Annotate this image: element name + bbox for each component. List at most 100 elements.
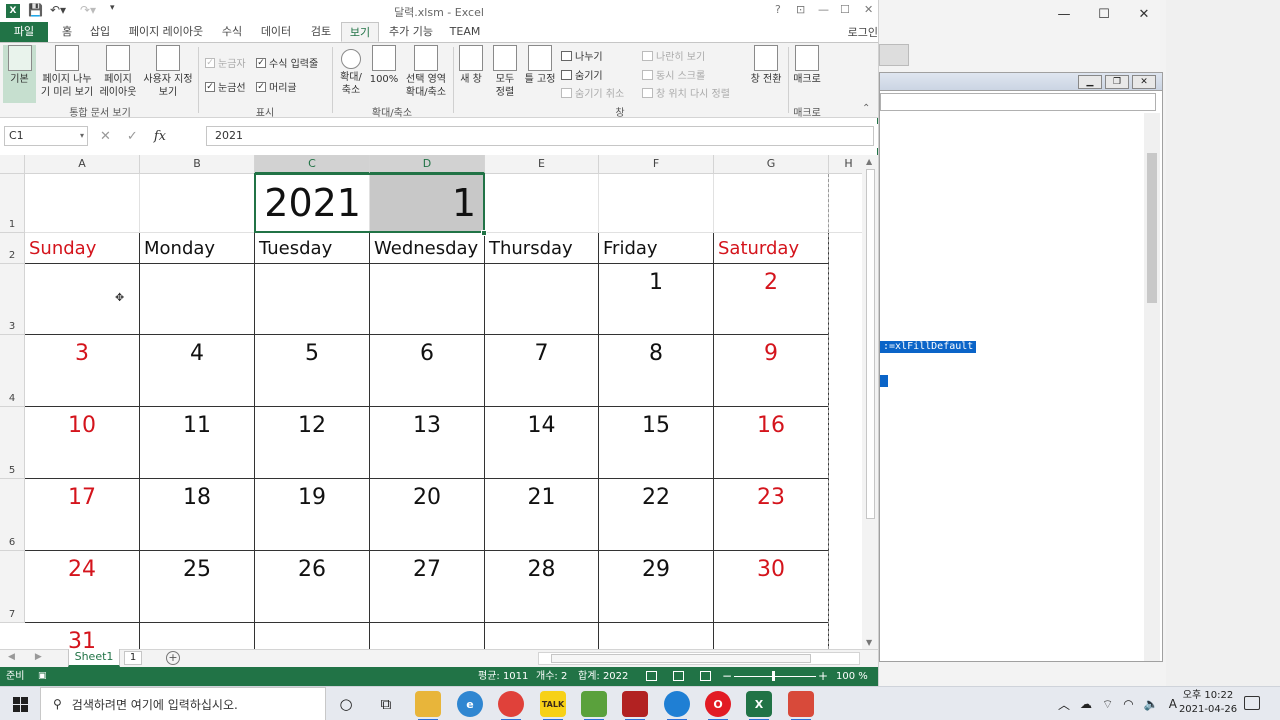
date-cell[interactable]: 2: [714, 264, 829, 335]
sync-scroll-button[interactable]: 동시 스크롤: [642, 67, 705, 82]
date-cell[interactable]: 9: [714, 335, 829, 407]
page-layout-view-icon[interactable]: [673, 671, 684, 681]
date-cell[interactable]: 12: [255, 407, 370, 479]
date-cell[interactable]: [370, 264, 485, 335]
chrome-icon[interactable]: [498, 691, 524, 720]
date-cell[interactable]: 24: [25, 551, 140, 623]
app-red-icon[interactable]: [622, 691, 648, 720]
vertical-scroll-thumb[interactable]: [866, 169, 875, 519]
cell-row1[interactable]: [829, 174, 862, 233]
vba-minimize-button[interactable]: —: [1044, 2, 1084, 26]
cancel-icon[interactable]: ✕: [100, 129, 111, 144]
zoom-level[interactable]: 100 %: [836, 667, 868, 686]
date-cell[interactable]: 15: [599, 407, 714, 479]
help-button[interactable]: ?: [775, 3, 781, 16]
onedrive-icon[interactable]: ☁: [1080, 697, 1092, 711]
date-cell[interactable]: [255, 264, 370, 335]
vba-code-window[interactable]: ▁ ❐ ✕ :=xlFillDefault: [879, 72, 1163, 662]
code-close-button[interactable]: ✕: [1132, 75, 1156, 89]
zoom-to-selection-button[interactable]: 선택 영역 확대/축소: [401, 45, 451, 99]
normal-view-button[interactable]: 기본: [3, 45, 36, 103]
ribbon-display-icon[interactable]: ⊡: [796, 3, 805, 16]
column-header-g[interactable]: G: [714, 155, 829, 174]
freeze-panes-button[interactable]: 틀 고정: [522, 45, 558, 86]
weekday-saturday[interactable]: Saturday: [714, 233, 829, 264]
date-cell[interactable]: [140, 264, 255, 335]
select-all-corner[interactable]: [0, 155, 25, 174]
tab-insert[interactable]: 삽입: [84, 22, 116, 42]
tab-page-layout[interactable]: 페이지 레이아웃: [120, 22, 212, 42]
date-cell[interactable]: 6: [370, 335, 485, 407]
tray-chevron-icon[interactable]: ︿: [1058, 696, 1070, 713]
date-cell[interactable]: 28: [485, 551, 599, 623]
network-icon[interactable]: ⌔: [1102, 697, 1113, 712]
date-cell[interactable]: 16: [714, 407, 829, 479]
date-cell[interactable]: [714, 623, 829, 649]
weekday-friday[interactable]: Friday: [599, 233, 714, 264]
sheet-tab-number[interactable]: 1: [124, 651, 142, 665]
tab-view[interactable]: 보기: [341, 22, 379, 42]
page-layout-view-button[interactable]: 페이지 레이아웃: [96, 45, 140, 99]
weekday-sunday[interactable]: Sunday: [25, 233, 140, 264]
sheet-tab-sheet1[interactable]: Sheet1: [68, 649, 120, 667]
date-cell[interactable]: [255, 623, 370, 649]
zoom-out-icon[interactable]: −: [722, 667, 732, 686]
tab-review[interactable]: 검토: [304, 22, 338, 42]
vertical-scrollbar[interactable]: ▲ ▼: [862, 155, 878, 649]
date-cell[interactable]: 30: [714, 551, 829, 623]
photo-viewer-icon[interactable]: [581, 691, 607, 720]
clock[interactable]: 오후 10:22 2021-04-26: [1176, 689, 1240, 717]
fill-handle[interactable]: [481, 230, 487, 236]
tab-file[interactable]: 파일: [0, 22, 48, 42]
row-header-4[interactable]: 4: [0, 335, 25, 407]
tab-formulas[interactable]: 수식: [216, 22, 248, 42]
horizontal-scrollbar[interactable]: [538, 652, 860, 665]
date-cell[interactable]: 13: [370, 407, 485, 479]
zoom-slider-thumb[interactable]: [772, 671, 775, 681]
reset-window-position-button[interactable]: 창 위치 다시 정렬: [642, 85, 730, 100]
date-cell[interactable]: 17: [25, 479, 140, 551]
start-button[interactable]: [0, 687, 40, 720]
gridlines-checkbox[interactable]: ✓ 눈금선: [205, 79, 246, 94]
date-cell[interactable]: [485, 264, 599, 335]
tab-addins[interactable]: 추가 기능: [384, 22, 438, 42]
date-cell[interactable]: 8: [599, 335, 714, 407]
date-cell[interactable]: 31: [25, 623, 140, 649]
date-cell[interactable]: 25: [140, 551, 255, 623]
close-button[interactable]: ✕: [864, 3, 873, 16]
code-restore-button[interactable]: ❐: [1105, 75, 1129, 89]
date-cell[interactable]: 18: [140, 479, 255, 551]
excel-window[interactable]: X 💾 ↶▾ ↷▾ ▾ 달력.xlsm - Excel ? ⊡ — ☐ ✕ 파일…: [0, 0, 878, 686]
date-cell[interactable]: 5: [255, 335, 370, 407]
column-header-a[interactable]: A: [25, 155, 140, 174]
row-header-6[interactable]: 6: [0, 479, 25, 551]
opera-icon[interactable]: O: [705, 691, 731, 720]
notification-icon[interactable]: [1244, 696, 1260, 710]
date-cell[interactable]: 14: [485, 407, 599, 479]
formula-bar-checkbox[interactable]: ✓ 수식 입력줄: [256, 55, 318, 70]
excel-taskbar-icon[interactable]: X: [746, 691, 772, 720]
add-sheet-icon[interactable]: +: [166, 651, 180, 665]
login-link[interactable]: 로그인: [848, 24, 878, 40]
date-cell[interactable]: 26: [255, 551, 370, 623]
column-header-b[interactable]: B: [140, 155, 255, 174]
tab-home[interactable]: 홈: [52, 22, 82, 42]
volume-icon[interactable]: 🔈: [1144, 697, 1159, 711]
taskbar-search[interactable]: ⚲ 검색하려면 여기에 입력하십시오.: [40, 687, 326, 720]
cell-row1[interactable]: [599, 174, 714, 233]
ruler-checkbox[interactable]: ✓ 눈금자: [205, 55, 246, 70]
wifi-icon[interactable]: ◠: [1123, 697, 1133, 711]
normal-view-icon[interactable]: [646, 671, 657, 681]
zoom-button[interactable]: 확대/ 축소: [336, 45, 366, 97]
app-icon[interactable]: [788, 691, 814, 720]
headings-checkbox[interactable]: ✓ 머리글: [256, 79, 297, 94]
date-cell[interactable]: 22: [599, 479, 714, 551]
unhide-button[interactable]: 숨기기 취소: [561, 85, 624, 100]
insert-function-icon[interactable]: fx: [154, 129, 166, 144]
date-cell[interactable]: 23: [714, 479, 829, 551]
row-header-5[interactable]: 5: [0, 407, 25, 479]
split-button[interactable]: 나누기: [561, 48, 603, 63]
vba-editor-window[interactable]: — ☐ ✕ ▁ ❐ ✕ :=xlFillDefault: [878, 0, 1166, 686]
date-cell[interactable]: [599, 623, 714, 649]
kakaotalk-icon[interactable]: TALK: [540, 691, 566, 720]
